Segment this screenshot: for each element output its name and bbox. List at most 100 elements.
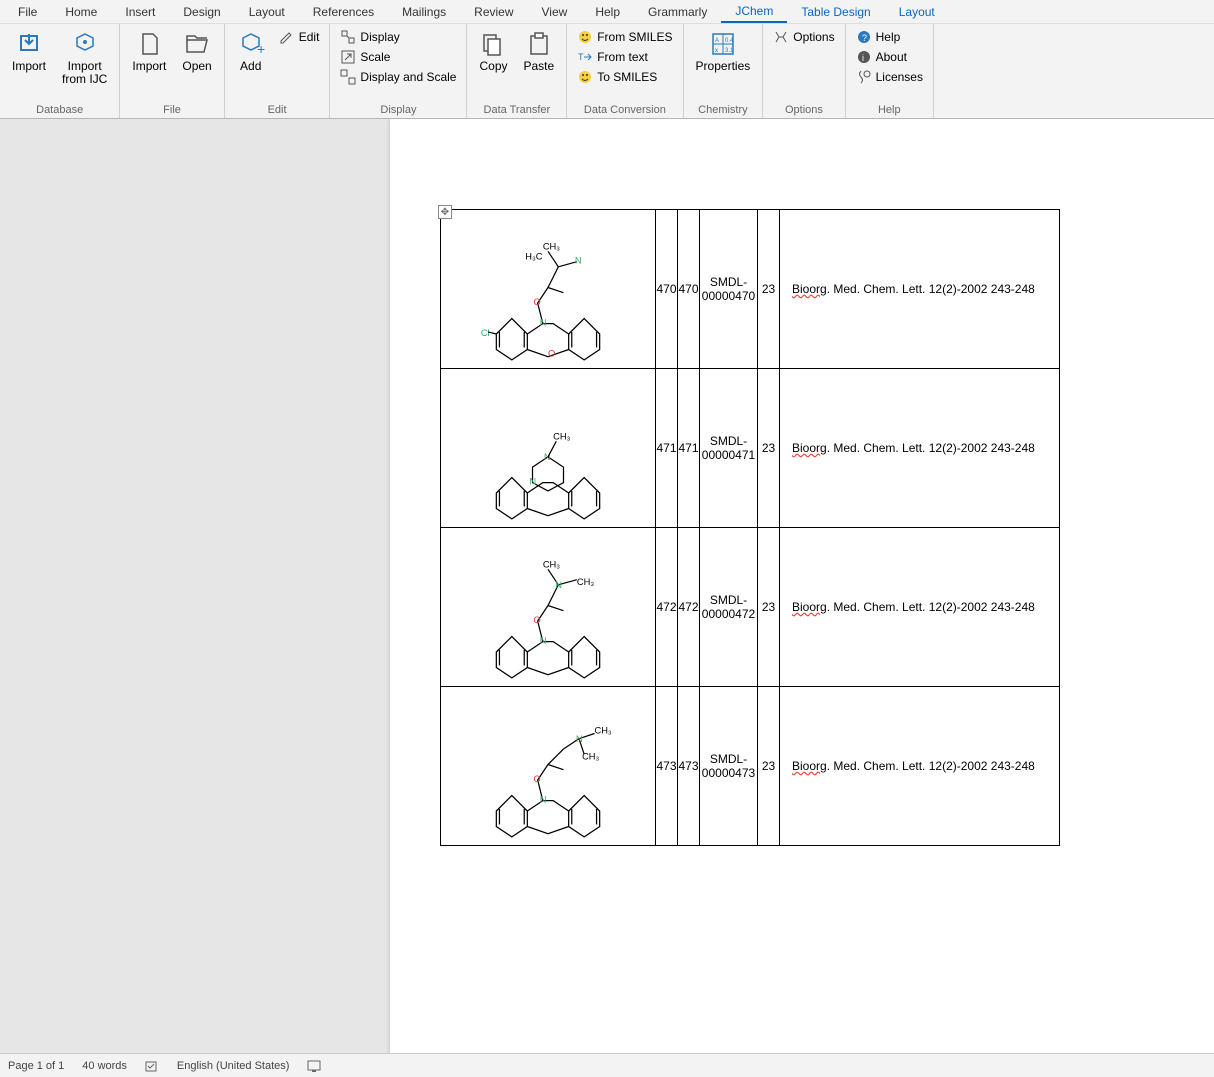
svg-text:T: T (578, 52, 584, 62)
menu-tab-jchem[interactable]: JChem (721, 1, 787, 23)
language-indicator[interactable]: English (United States) (177, 1060, 290, 1072)
code-cell[interactable]: SMDL-00000471 (700, 369, 758, 528)
svg-text:x: x (715, 48, 718, 54)
num-cell[interactable]: 23 (758, 687, 780, 846)
table-row[interactable]: NNCH₃471471SMDL-0000047123Bioorg. Med. C… (441, 369, 1060, 528)
about-button[interactable]: i About (854, 48, 909, 66)
button-label: From SMILES (597, 30, 672, 44)
open-button[interactable]: Open (178, 28, 215, 75)
button-label: Licenses (876, 70, 923, 84)
button-label: Importfrom IJC (62, 60, 107, 86)
group-label: Edit (268, 104, 287, 116)
svg-text:N: N (555, 580, 562, 590)
copy-button[interactable]: Copy (475, 28, 511, 75)
reference-cell[interactable]: Bioorg. Med. Chem. Lett. 12(2)-2002 243-… (780, 369, 1060, 528)
menu-tab-layout[interactable]: Layout (235, 2, 299, 22)
table-row[interactable]: CH₃H₃CNONOCl470470SMDL-0000047023Bioorg.… (441, 210, 1060, 369)
structure-cell[interactable]: CH₃H₃CNONOCl (441, 210, 656, 369)
scale-button[interactable]: Scale (338, 48, 392, 66)
chemistry-table[interactable]: CH₃H₃CNONOCl470470SMDL-0000047023Bioorg.… (440, 209, 1060, 846)
import-icon (15, 30, 43, 58)
display-scale-button[interactable]: Display and Scale (338, 68, 458, 86)
proofing-icon[interactable] (145, 1059, 159, 1073)
group-label: Help (878, 104, 901, 116)
id2-cell[interactable]: 470 (678, 210, 700, 369)
num-cell[interactable]: 23 (758, 369, 780, 528)
reference-cell[interactable]: Bioorg. Med. Chem. Lett. 12(2)-2002 243-… (780, 687, 1060, 846)
group-label: File (163, 104, 181, 116)
reference-cell[interactable]: Bioorg. Med. Chem. Lett. 12(2)-2002 243-… (780, 528, 1060, 687)
edit-button[interactable]: Edit (277, 28, 322, 46)
word-count[interactable]: 40 words (82, 1060, 127, 1072)
button-label: Help (876, 30, 901, 44)
menu-tab-references[interactable]: References (299, 2, 388, 22)
button-label: Display (360, 30, 399, 44)
structure-cell[interactable]: NNCH₃ (441, 369, 656, 528)
table-row[interactable]: CH₃CH₃NON473473SMDL-0000047323Bioorg. Me… (441, 687, 1060, 846)
num-cell[interactable]: 23 (758, 528, 780, 687)
num-cell[interactable]: 23 (758, 210, 780, 369)
menu-tab-insert[interactable]: Insert (111, 2, 169, 22)
id2-cell[interactable]: 473 (678, 687, 700, 846)
ribbon-group-edit: +Add Edit Edit (225, 24, 331, 118)
options-button[interactable]: Options (771, 28, 836, 46)
import-ijc-icon (71, 30, 99, 58)
table-row[interactable]: CH₃CH₃NON472472SMDL-0000047223Bioorg. Me… (441, 528, 1060, 687)
structure-cell[interactable]: CH₃CH₃NON (441, 687, 656, 846)
properties-button[interactable]: A0.4x3.1Properties (692, 28, 755, 75)
menu-tab-grammarly[interactable]: Grammarly (634, 2, 721, 22)
svg-text:CH₃: CH₃ (577, 577, 594, 587)
svg-text:O: O (534, 297, 541, 307)
menu-tab-view[interactable]: View (528, 2, 582, 22)
group-label: Options (785, 104, 823, 116)
svg-text:3.1: 3.1 (725, 48, 734, 54)
code-cell[interactable]: SMDL-00000473 (700, 687, 758, 846)
from-smiles-button[interactable]: From SMILES (575, 28, 674, 46)
menu-tab-layout[interactable]: Layout (885, 2, 949, 22)
button-label: Options (793, 30, 834, 44)
id1-cell[interactable]: 471 (656, 369, 678, 528)
button-label: Open (182, 60, 211, 73)
button-label: Import (132, 60, 166, 73)
code-cell[interactable]: SMDL-00000470 (700, 210, 758, 369)
licenses-button[interactable]: Licenses (854, 68, 925, 86)
import-file-button[interactable]: Import (128, 28, 170, 75)
id1-cell[interactable]: 473 (656, 687, 678, 846)
left-margin (0, 119, 390, 1053)
menu-tab-review[interactable]: Review (460, 2, 527, 22)
import-button[interactable]: Import (8, 28, 50, 75)
menu-tab-mailings[interactable]: Mailings (388, 2, 460, 22)
menu-tab-file[interactable]: File (4, 2, 51, 22)
display-button[interactable]: Display (338, 28, 401, 46)
display-settings-icon[interactable] (307, 1059, 321, 1073)
menu-tab-table-design[interactable]: Table Design (787, 2, 884, 22)
display-icon (340, 29, 356, 45)
import-ijc-button[interactable]: Importfrom IJC (58, 28, 111, 88)
id1-cell[interactable]: 470 (656, 210, 678, 369)
from-text-button[interactable]: TFrom text (575, 48, 650, 66)
to-smiles-button[interactable]: To SMILES (575, 68, 659, 86)
svg-text:O: O (534, 774, 541, 784)
menu-tab-help[interactable]: Help (581, 2, 634, 22)
button-label: Scale (360, 50, 390, 64)
id1-cell[interactable]: 472 (656, 528, 678, 687)
properties-icon: A0.4x3.1 (709, 30, 737, 58)
paste-button[interactable]: Paste (520, 28, 559, 75)
page-indicator[interactable]: Page 1 of 1 (8, 1060, 64, 1072)
about-icon: i (856, 49, 872, 65)
add-button[interactable]: +Add (233, 28, 269, 75)
group-label: Database (36, 104, 83, 116)
reference-cell[interactable]: Bioorg. Med. Chem. Lett. 12(2)-2002 243-… (780, 210, 1060, 369)
button-label: About (876, 50, 907, 64)
menu-tab-home[interactable]: Home (51, 2, 111, 22)
code-cell[interactable]: SMDL-00000472 (700, 528, 758, 687)
document-area: ✥ CH₃H₃CNONOCl470470SMDL-0000047023Bioor… (0, 119, 1214, 1053)
button-label: Import (12, 60, 46, 73)
id2-cell[interactable]: 472 (678, 528, 700, 687)
id2-cell[interactable]: 471 (678, 369, 700, 528)
structure-cell[interactable]: CH₃CH₃NON (441, 528, 656, 687)
help-button[interactable]: ?Help (854, 28, 903, 46)
add-icon: + (237, 30, 265, 58)
svg-text:+: + (257, 41, 265, 57)
menu-tab-design[interactable]: Design (169, 2, 234, 22)
